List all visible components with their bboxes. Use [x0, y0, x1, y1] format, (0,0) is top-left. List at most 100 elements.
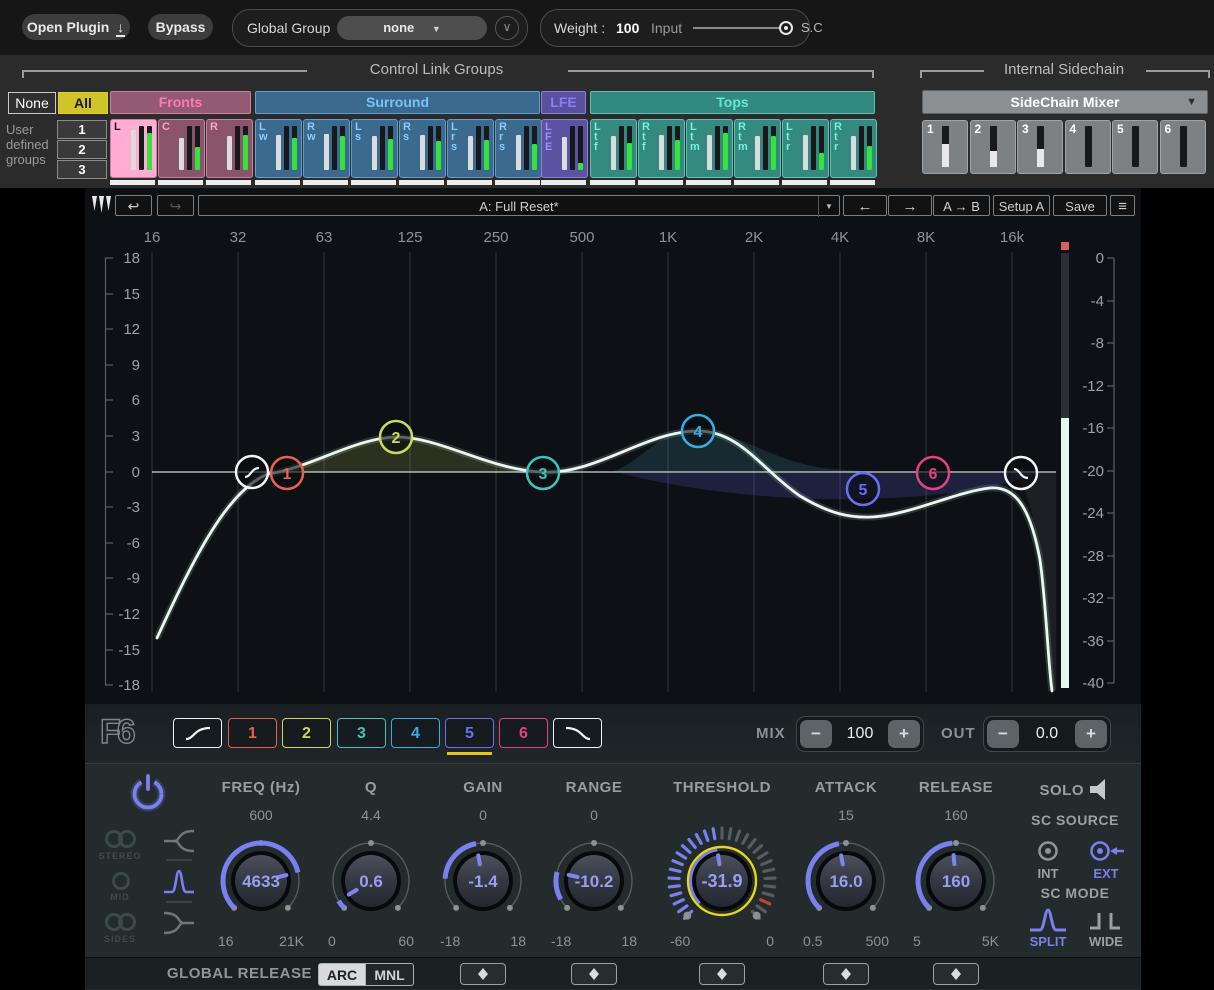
band-button-6[interactable]: 6 [499, 718, 548, 748]
mix-minus-button[interactable]: − [800, 720, 832, 748]
band-power-button[interactable] [122, 770, 174, 816]
sc-int-icon[interactable] [1034, 840, 1062, 862]
input-slider-track[interactable] [693, 27, 793, 29]
menu-button[interactable]: ≡ [1110, 195, 1135, 216]
channel-Lrs[interactable]: L r s [447, 119, 494, 178]
channel-fader[interactable] [562, 137, 567, 170]
fader-cap[interactable] [1037, 149, 1044, 167]
channel-Ltm[interactable]: L t m [686, 119, 733, 178]
eq-graph[interactable]: 1632631252505001K2K4K8K16k1815129630-3-6… [85, 222, 1141, 712]
sc-int-button[interactable]: INT [1028, 866, 1068, 881]
global-group-select[interactable]: none ▼ [337, 16, 487, 40]
release-knob[interactable]: RELEASE16016055K [906, 765, 1006, 957]
group-header-surround[interactable]: Surround [255, 91, 540, 114]
wide-mode-icon[interactable] [1086, 908, 1124, 932]
channel-fader[interactable] [372, 136, 377, 170]
channel-fader[interactable] [803, 135, 808, 170]
channel-Ltr[interactable]: L t r [782, 119, 829, 178]
eq-node-4[interactable]: 4 [682, 415, 714, 447]
open-plugin-button[interactable]: Open Plugin ↓ [22, 14, 130, 40]
fader-slot[interactable] [1085, 126, 1092, 167]
eq-node-6[interactable]: 6 [917, 457, 949, 489]
prev-preset-button[interactable]: ← [843, 195, 887, 216]
fader-cap[interactable] [990, 151, 997, 167]
sidechain-fader-4[interactable]: 4 [1065, 120, 1111, 174]
user-group-2-button[interactable]: 2 [57, 140, 107, 159]
channel-Rs[interactable]: R s [399, 119, 446, 178]
range-stepper[interactable] [571, 963, 617, 985]
channel-Lw[interactable]: L w [255, 119, 302, 178]
fader-slot[interactable] [1180, 126, 1187, 167]
channel-Rtm[interactable]: R t m [734, 119, 781, 178]
band-button-5[interactable]: 5 [445, 718, 494, 748]
setup-a-button[interactable]: Setup A [993, 195, 1050, 216]
sidechain-fader-6[interactable]: 6 [1160, 120, 1206, 174]
none-button[interactable]: None [8, 92, 56, 114]
group-header-fronts[interactable]: Fronts [110, 91, 251, 114]
stereo-icon[interactable] [103, 828, 139, 850]
channel-Ls[interactable]: L s [351, 119, 398, 178]
sidechain-mixer-select[interactable]: SideChain Mixer ▼ [922, 90, 1208, 114]
group-header-lfe[interactable]: LFE [541, 91, 586, 114]
mix-plus-button[interactable]: + [888, 720, 920, 748]
channel-fader[interactable] [276, 135, 281, 170]
threshold-stepper[interactable] [699, 963, 745, 985]
sc-ext-icon[interactable] [1088, 840, 1126, 862]
attack-knob[interactable]: ATTACK1516.00.5500 [796, 765, 896, 957]
eq-node-lp[interactable] [1005, 457, 1037, 489]
sidechain-fader-3[interactable]: 3 [1017, 120, 1063, 174]
out-minus-button[interactable]: − [987, 720, 1019, 748]
bypass-button[interactable]: Bypass [148, 14, 213, 40]
band-button-2[interactable]: 2 [282, 718, 331, 748]
save-button[interactable]: Save [1053, 195, 1107, 216]
freq-knob[interactable]: FREQ (Hz)60046331621K [211, 765, 311, 957]
user-group-1-button[interactable]: 1 [57, 120, 107, 139]
fader-slot[interactable] [1132, 126, 1139, 167]
attack-stepper[interactable] [823, 963, 869, 985]
band-button-3[interactable]: 3 [337, 718, 386, 748]
channel-fader[interactable] [516, 135, 521, 170]
arc-toggle[interactable]: ARC [318, 963, 366, 986]
eq-node-5[interactable]: 5 [847, 473, 879, 505]
eq-node-2[interactable]: 2 [380, 421, 412, 453]
channel-Rrs[interactable]: R r s [495, 119, 542, 178]
band-button-1[interactable]: 1 [228, 718, 277, 748]
fader-cap[interactable] [942, 144, 949, 167]
release-stepper[interactable] [933, 963, 979, 985]
a-to-b-button[interactable]: A → B [933, 195, 990, 216]
eq-node-3[interactable]: 3 [527, 457, 559, 489]
all-button[interactable]: All [58, 92, 108, 114]
split-mode-button[interactable]: SPLIT [1028, 934, 1068, 949]
undo-button[interactable]: ↩ [115, 195, 152, 216]
channel-Ltf[interactable]: L t f [590, 119, 637, 178]
eq-node-1[interactable]: 1 [271, 457, 303, 489]
channel-Rtf[interactable]: R t f [638, 119, 685, 178]
out-plus-button[interactable]: + [1075, 720, 1107, 748]
threshold-knob[interactable]: THRESHOLD-31.9-600 [663, 765, 781, 957]
group-header-tops[interactable]: Tops [590, 91, 875, 114]
split-mode-icon[interactable] [1028, 906, 1068, 933]
channel-R[interactable]: R [206, 119, 253, 178]
band-button-hp[interactable] [173, 718, 222, 748]
bell-filter-icon[interactable] [162, 866, 196, 897]
channel-C[interactable]: C [158, 119, 205, 178]
fader-slot[interactable] [942, 126, 949, 167]
channel-L[interactable]: L [110, 119, 157, 178]
channel-Rtr[interactable]: R t r [830, 119, 877, 178]
solo-speaker-icon[interactable] [1090, 779, 1112, 800]
channel-fader[interactable] [324, 134, 329, 170]
fader-slot[interactable] [1037, 126, 1044, 167]
mid-icon[interactable] [108, 871, 134, 891]
channel-fader[interactable] [468, 136, 473, 170]
channel-LFE[interactable]: L F E [541, 119, 588, 178]
input-slider-thumb[interactable] [779, 21, 793, 35]
sidechain-fader-1[interactable]: 1 [922, 120, 968, 174]
user-group-3-button[interactable]: 3 [57, 160, 107, 179]
wide-mode-button[interactable]: WIDE [1084, 934, 1128, 949]
channel-fader[interactable] [611, 136, 616, 170]
channel-fader[interactable] [420, 135, 425, 170]
preset-dropdown-icon[interactable]: ▼ [818, 196, 839, 217]
q-knob[interactable]: Q4.40.6060 [321, 765, 421, 957]
gain-knob[interactable]: GAIN0-1.4-1818 [433, 765, 533, 957]
group-expand-button[interactable]: ∨ [495, 16, 519, 40]
